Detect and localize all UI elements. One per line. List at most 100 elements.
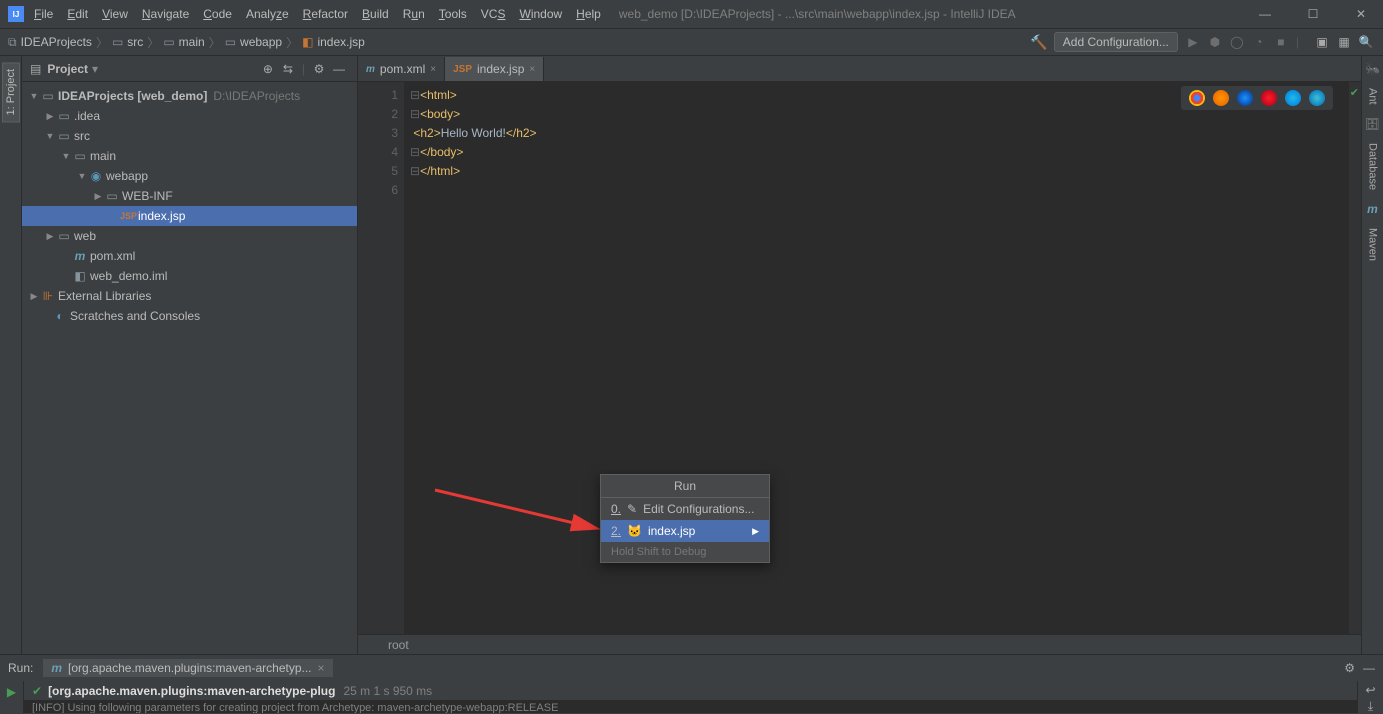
console-output[interactable]: [INFO] Using following parameters for cr… bbox=[24, 701, 1357, 713]
run-icon[interactable]: ▶ bbox=[1184, 35, 1202, 49]
hide-panel-icon[interactable]: — bbox=[329, 62, 349, 76]
tree-twisty-icon[interactable]: ▶ bbox=[28, 291, 40, 302]
menu-vcs[interactable]: VCS bbox=[481, 7, 506, 21]
tree-item-scratches[interactable]: ◐ Scratches and Consoles bbox=[22, 306, 357, 326]
tree-twisty-icon[interactable]: ▼ bbox=[28, 91, 40, 101]
rerun-icon[interactable]: ▶ bbox=[7, 685, 16, 699]
editor-area: m pom.xml × JSP index.jsp × 1 2 3 4 5 6 … bbox=[358, 56, 1361, 654]
code-token: Hello World! bbox=[441, 126, 506, 140]
tree-root-module: [web_demo] bbox=[137, 89, 207, 103]
success-icon: ✔ bbox=[32, 684, 42, 698]
debug-icon[interactable]: ⬢ bbox=[1206, 35, 1224, 49]
tree-twisty-icon[interactable]: ▼ bbox=[44, 131, 56, 141]
chevron-down-icon[interactable]: ▾ bbox=[92, 62, 98, 76]
ant-tool-tab[interactable]: Ant bbox=[1365, 82, 1381, 111]
menu-refactor[interactable]: Refactor bbox=[303, 7, 348, 21]
edge-icon[interactable] bbox=[1309, 90, 1325, 106]
menu-tools[interactable]: Tools bbox=[439, 7, 467, 21]
expand-all-icon[interactable]: ⇆ bbox=[278, 62, 298, 76]
tree-item-src[interactable]: ▼ ▭ src bbox=[22, 126, 357, 146]
tree-twisty-icon[interactable]: ▶ bbox=[92, 191, 104, 202]
ie-icon[interactable] bbox=[1285, 90, 1301, 106]
menu-file[interactable]: File bbox=[34, 7, 53, 21]
minimize-button[interactable]: — bbox=[1251, 7, 1279, 21]
stop-icon[interactable]: ■ bbox=[1272, 35, 1290, 49]
hide-panel-icon[interactable]: — bbox=[1363, 661, 1375, 675]
breadcrumb-item[interactable]: webapp bbox=[240, 35, 282, 49]
settings-icon[interactable]: ▦ bbox=[1335, 35, 1353, 49]
breadcrumb-item[interactable]: IDEAProjects bbox=[21, 35, 92, 49]
maximize-button[interactable]: ☐ bbox=[1299, 7, 1327, 21]
run-task-tab[interactable]: m [org.apache.maven.plugins:maven-archet… bbox=[43, 659, 332, 677]
code-token: <body> bbox=[420, 107, 460, 121]
run-config-dropdown[interactable]: Add Configuration... bbox=[1054, 32, 1178, 52]
menu-run[interactable]: Run bbox=[403, 7, 425, 21]
menu-analyze[interactable]: Analyze bbox=[246, 7, 289, 21]
tree-root-label: IDEAProjects bbox=[58, 89, 134, 103]
tree-item-web[interactable]: ▶ ▭ web bbox=[22, 226, 357, 246]
libraries-icon: ⊪ bbox=[40, 289, 56, 303]
tree-root[interactable]: ▼ ▭ IDEAProjects [web_demo]D:\IDEAProjec… bbox=[22, 86, 357, 106]
close-button[interactable]: ✕ bbox=[1347, 7, 1375, 21]
coverage-icon[interactable]: ◯ bbox=[1228, 35, 1246, 49]
line-number: 3 bbox=[358, 124, 398, 143]
firefox-icon[interactable] bbox=[1213, 90, 1229, 106]
menu-window[interactable]: Window bbox=[519, 7, 562, 21]
scroll-to-end-icon[interactable]: ⤓ bbox=[1368, 699, 1373, 714]
safari-icon[interactable] bbox=[1237, 90, 1253, 106]
database-tool-tab[interactable]: Database bbox=[1365, 137, 1381, 196]
profile-icon[interactable]: ◔ bbox=[1250, 35, 1268, 49]
app-logo-icon: IJ bbox=[8, 6, 24, 22]
database-tool-icon[interactable]: 🗄 bbox=[1365, 117, 1380, 131]
tree-twisty-icon[interactable]: ▼ bbox=[76, 171, 88, 181]
select-target-icon[interactable]: ⊕ bbox=[258, 62, 278, 76]
menu-view[interactable]: View bbox=[102, 7, 128, 21]
tree-item-main[interactable]: ▼ ▭ main bbox=[22, 146, 357, 166]
code-token: </h2> bbox=[506, 126, 537, 140]
ant-tool-icon[interactable]: 🐜 bbox=[1365, 62, 1380, 76]
gear-icon[interactable]: ⚙ bbox=[309, 62, 329, 76]
project-structure-icon[interactable]: ▣ bbox=[1313, 35, 1331, 49]
tab-index[interactable]: JSP index.jsp × bbox=[445, 57, 544, 81]
tab-pom[interactable]: m pom.xml × bbox=[358, 57, 445, 81]
run-tool-window-header: Run: m [org.apache.maven.plugins:maven-a… bbox=[0, 654, 1383, 681]
tree-twisty-icon[interactable]: ▶ bbox=[44, 111, 56, 122]
tree-item-external[interactable]: ▶ ⊪ External Libraries bbox=[22, 286, 357, 306]
tree-item-webapp[interactable]: ▼ ◉ webapp bbox=[22, 166, 357, 186]
project-panel-title[interactable]: Project bbox=[47, 62, 88, 76]
menu-build[interactable]: Build bbox=[362, 7, 389, 21]
chrome-icon[interactable] bbox=[1189, 90, 1205, 106]
maven-tool-tab[interactable]: Maven bbox=[1365, 222, 1381, 267]
search-everywhere-icon[interactable]: 🔍 bbox=[1357, 35, 1375, 49]
close-tab-icon[interactable]: × bbox=[318, 661, 325, 675]
popup-title: Run bbox=[601, 475, 769, 498]
popup-run-indexjsp[interactable]: 2. 🐱 index.jsp ▶ bbox=[601, 520, 769, 542]
opera-icon[interactable] bbox=[1261, 90, 1277, 106]
menu-code[interactable]: Code bbox=[203, 7, 232, 21]
tree-item-pom[interactable]: m pom.xml bbox=[22, 246, 357, 266]
breadcrumb-item[interactable]: main bbox=[179, 35, 205, 49]
maven-tool-icon[interactable]: m bbox=[1367, 202, 1378, 216]
gear-icon[interactable]: ⚙ bbox=[1344, 661, 1355, 675]
project-tool-tab[interactable]: 1: Project bbox=[2, 62, 20, 122]
menu-navigate[interactable]: Navigate bbox=[142, 7, 189, 21]
breadcrumb-item[interactable]: src bbox=[127, 35, 143, 49]
tree-item-webinf[interactable]: ▶ ▭ WEB-INF bbox=[22, 186, 357, 206]
editor-breadcrumb-item[interactable]: root bbox=[388, 638, 409, 652]
tree-twisty-icon[interactable]: ▼ bbox=[60, 151, 72, 161]
menu-help[interactable]: Help bbox=[576, 7, 601, 21]
tree-item-iml[interactable]: ◧ web_demo.iml bbox=[22, 266, 357, 286]
tree-twisty-icon[interactable]: ▶ bbox=[44, 231, 56, 242]
breadcrumb-item[interactable]: index.jsp bbox=[317, 35, 364, 49]
close-tab-icon[interactable]: × bbox=[430, 64, 436, 75]
line-number: 4 bbox=[358, 143, 398, 162]
code-content[interactable]: ⊟<html> ⊟<body> <h2>Hello World!</h2> ⊟<… bbox=[404, 82, 1349, 634]
tree-item-indexjsp[interactable]: JSP index.jsp bbox=[22, 206, 357, 226]
popup-edit-configurations[interactable]: 0. ✎ Edit Configurations... bbox=[601, 498, 769, 520]
code-editor[interactable]: 1 2 3 4 5 6 ⊟<html> ⊟<body> <h2>Hello Wo… bbox=[358, 82, 1361, 634]
menu-edit[interactable]: Edit bbox=[67, 7, 88, 21]
soft-wrap-icon[interactable]: ↩ bbox=[1365, 683, 1375, 697]
tree-item-idea[interactable]: ▶ ▭ .idea bbox=[22, 106, 357, 126]
close-tab-icon[interactable]: × bbox=[529, 64, 535, 75]
build-icon[interactable]: 🔨 bbox=[1030, 34, 1047, 51]
